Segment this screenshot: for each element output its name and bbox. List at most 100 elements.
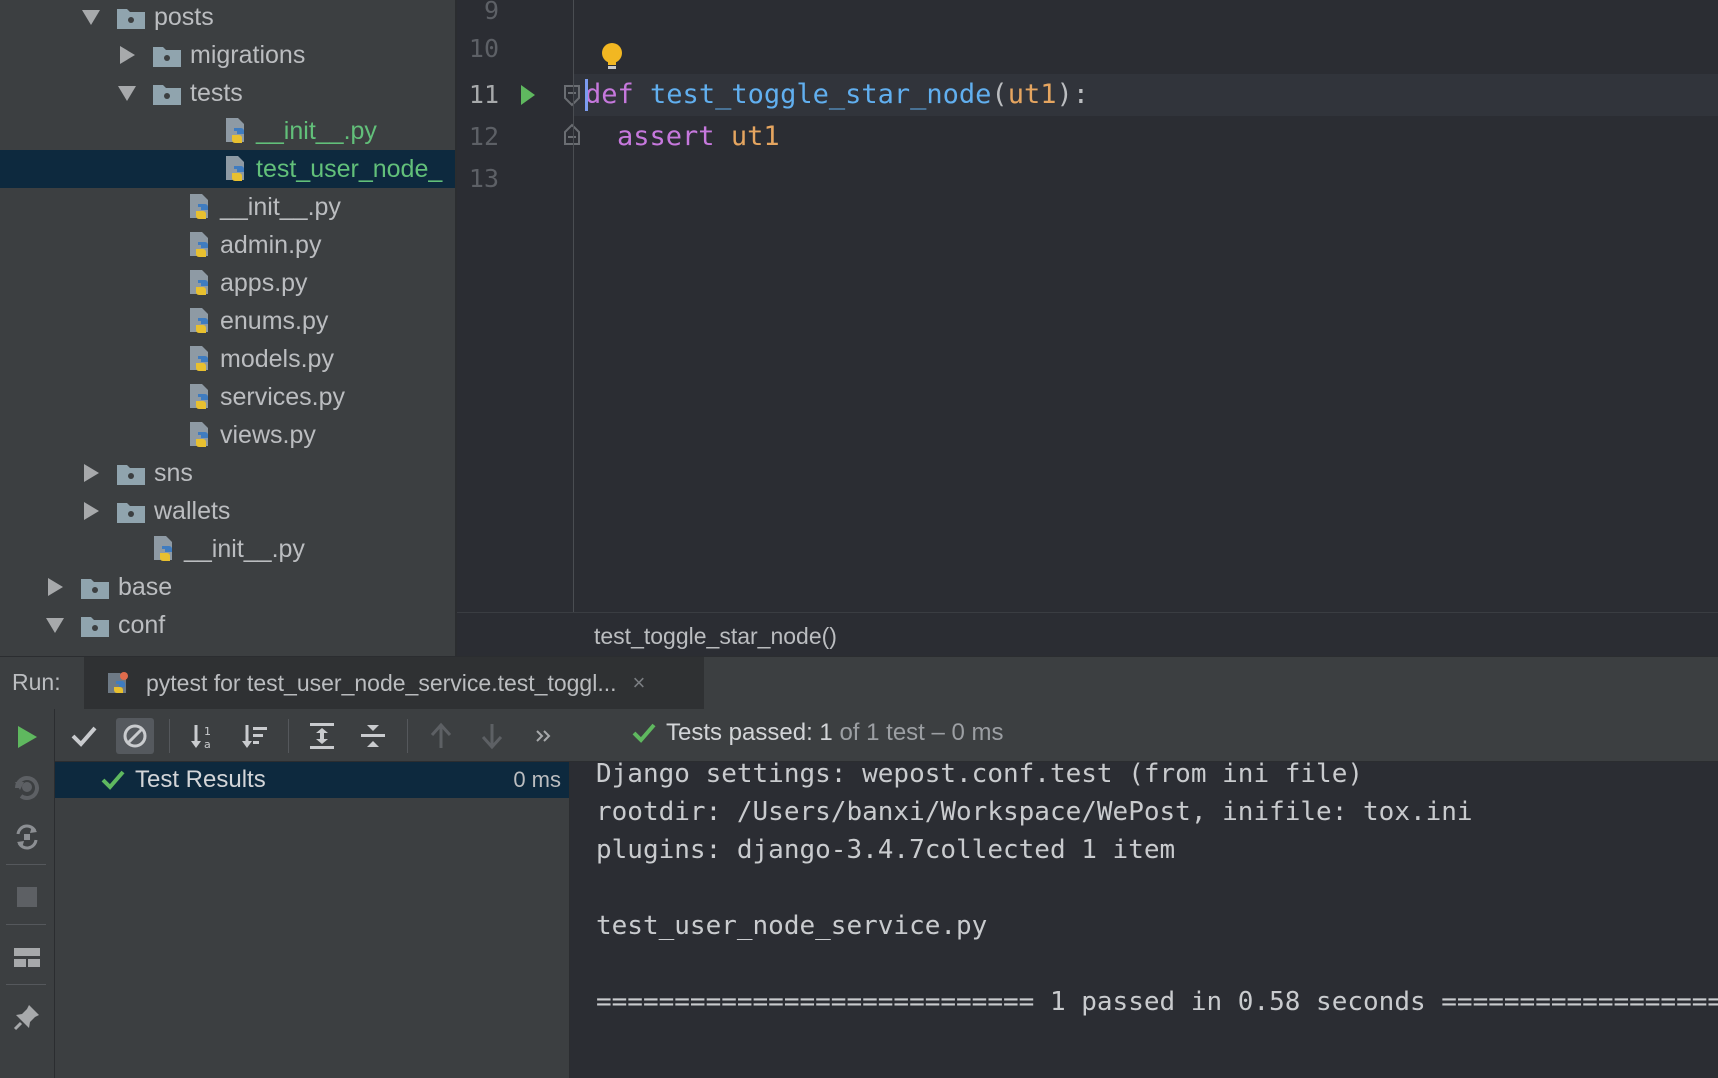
chevron-right-icon[interactable] [44,576,66,598]
tree-item-label: views.py [220,420,316,449]
breadcrumb-item[interactable]: test_toggle_star_node() [594,623,837,650]
tree-file-item[interactable]: __init__.py [0,188,455,226]
punctuation: ): [1056,79,1089,110]
run-test-gutter-icon[interactable] [520,84,536,111]
lightbulb-icon[interactable] [600,42,624,77]
tree-item-label: sns [154,458,193,487]
tree-folder-item[interactable]: sns [0,454,455,492]
divider [169,719,170,753]
chevron-right-icon[interactable] [116,44,138,66]
svg-text:a: a [204,738,211,751]
tests-passed-label: Tests passed: [666,719,813,746]
tree-item-label: __init__.py [220,192,341,221]
tree-file-item[interactable]: __init__.py [0,112,455,150]
toggle-auto-test-icon[interactable] [10,820,44,854]
tree-item-label: posts [154,2,214,31]
python-test-icon [104,669,132,697]
tree-file-item[interactable]: models.py [0,340,455,378]
punctuation: ( [991,79,1008,110]
check-icon [632,722,656,744]
python-file-icon [152,534,178,564]
folder-icon [116,6,146,29]
show-passed-icon[interactable] [65,718,103,754]
tree-file-item[interactable]: test_user_node_ [0,150,455,188]
run-side-toolbar [0,709,55,1078]
tests-passed-count: 1 [819,719,833,746]
tree-file-item[interactable]: __init__.py [0,530,455,568]
tree-item-label: __init__.py [184,534,305,563]
fold-start-icon[interactable] [563,84,581,113]
editor-gutter: 9 10 11 12 13 [457,0,580,612]
check-icon [101,769,125,791]
console-line: rootdir: /Users/banxi/Workspace/WePost, … [596,797,1473,827]
chevron-right-icon[interactable] [80,462,102,484]
sort-by-duration-icon[interactable] [235,718,273,754]
close-icon[interactable]: × [633,670,646,696]
tree-file-item[interactable]: services.py [0,378,455,416]
folder-icon [80,576,110,599]
tree-item-label: services.py [220,382,346,411]
tree-folder-item[interactable]: migrations [0,36,455,74]
tree-item-label: migrations [190,40,306,69]
parameter: ut1 [730,121,780,152]
tree-item-label: test_user_node_ [256,154,443,183]
tree-item-label: apps.py [220,268,308,297]
code-line-11: def test_toggle_star_node(ut1): [585,74,1089,116]
keyword: def [585,79,634,110]
chevron-down-icon[interactable] [80,6,102,28]
folder-icon [152,82,182,105]
more-actions-icon[interactable] [525,718,563,754]
python-file-icon [188,192,214,222]
test-results-tree: Test Results 0 ms [55,762,569,1078]
function-name: test_toggle_star_node [650,79,992,110]
tree-file-item[interactable]: enums.py [0,302,455,340]
tree-folder-item[interactable]: base [0,568,455,606]
folder-icon [152,44,182,67]
tree-item-label: tests [190,78,243,107]
previous-occurrence-icon[interactable] [422,718,460,754]
tree-file-item[interactable]: admin.py [0,226,455,264]
python-file-icon [224,154,250,184]
tests-passed-detail: of 1 test – 0 ms [839,719,1004,746]
tree-item-label: models.py [220,344,334,373]
collapse-all-icon[interactable] [354,718,392,754]
fold-end-icon[interactable] [563,122,581,151]
python-file-icon [188,420,214,450]
console-output[interactable]: Django settings: wepost.conf.test (from … [570,762,1718,1078]
rerun-icon[interactable] [10,720,44,754]
tree-file-item[interactable]: apps.py [0,264,455,302]
run-label: Run: [12,669,61,695]
run-tab[interactable]: pytest for test_user_node_service.test_t… [84,657,704,709]
tree-folder-item[interactable]: posts [0,0,455,36]
folder-icon [80,614,110,637]
sort-alphabetically-icon[interactable]: 1a [184,718,222,754]
test-results-row[interactable]: Test Results 0 ms [55,762,569,798]
code-editor[interactable]: 9 10 11 12 13 def test_toggle_star_node(… [457,0,1718,657]
rerun-failed-icon[interactable] [10,770,44,804]
next-occurrence-icon[interactable] [473,718,511,754]
line-number: 12 [468,122,499,151]
tests-status: Tests passed: 1 of 1 test – 0 ms [632,719,1004,747]
show-ignored-icon[interactable] [116,718,154,754]
python-file-icon [224,116,250,146]
tree-folder-item[interactable]: tests [0,74,455,112]
chevron-down-icon[interactable] [116,82,138,104]
expand-all-icon[interactable] [303,718,341,754]
tree-item-label: enums.py [220,306,329,335]
code-line-12: assert ut1 [617,116,780,158]
line-number: 10 [468,34,499,63]
chevron-right-icon[interactable] [80,500,102,522]
console-line: test_user_node_service.py [596,911,988,941]
tree-folder-item[interactable]: conf [0,606,455,644]
python-file-icon [188,382,214,412]
layout-icon[interactable] [10,940,44,974]
pin-icon[interactable] [10,1000,44,1034]
stop-icon[interactable] [10,880,44,914]
divider [288,719,289,753]
tree-file-item[interactable]: views.py [0,416,455,454]
chevron-down-icon[interactable] [44,614,66,636]
test-results-duration: 0 ms [513,767,561,792]
tree-folder-item[interactable]: wallets [0,492,455,530]
python-file-icon [188,268,214,298]
console-line: plugins: django-3.4.7collected 1 item [596,835,1176,865]
